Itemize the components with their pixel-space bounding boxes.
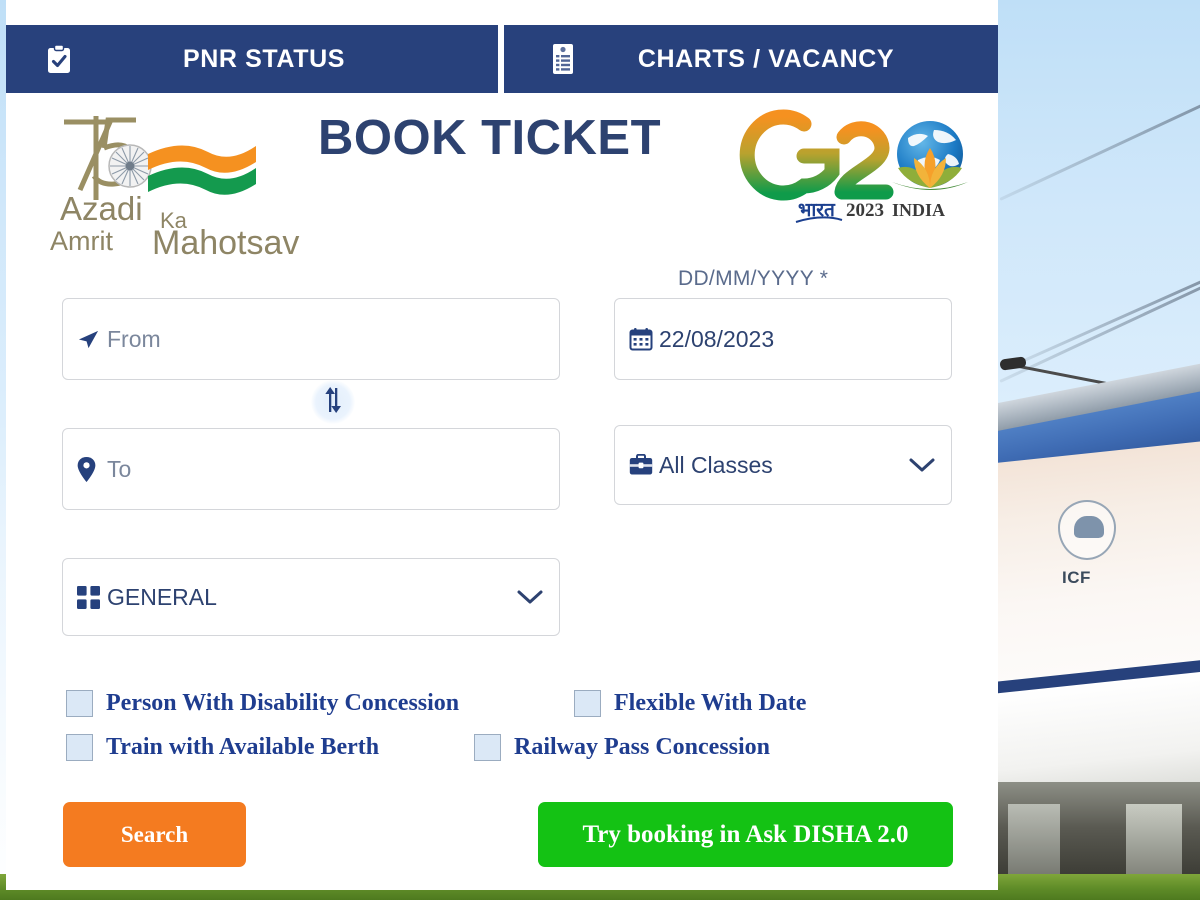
checkbox-row-railway-pass-concession[interactable]: Railway Pass Concession bbox=[474, 734, 770, 761]
irctc-booking-screen: ICF PNR STATUS CHARTS / VACANCY Azadi Ka… bbox=[0, 0, 1200, 900]
checkbox-label-flexible-with-date[interactable]: Flexible With Date bbox=[614, 690, 806, 717]
briefcase-icon bbox=[629, 454, 659, 476]
to-station-placeholder: To bbox=[107, 455, 132, 482]
search-button[interactable]: Search bbox=[63, 802, 246, 867]
quota-value: GENERAL bbox=[107, 583, 217, 610]
checkbox-row-disability-concession[interactable]: Person With Disability Concession bbox=[66, 690, 459, 717]
from-station-placeholder: From bbox=[107, 325, 161, 352]
g20-logo: भारत 2023 INDIA bbox=[732, 104, 984, 230]
swap-stations-button[interactable] bbox=[311, 380, 355, 424]
ask-disha-button[interactable]: Try booking in Ask DISHA 2.0 bbox=[538, 802, 953, 867]
checkbox-label-railway-pass-concession[interactable]: Railway Pass Concession bbox=[514, 734, 770, 761]
g20-country-label: INDIA bbox=[892, 200, 945, 220]
tab-charts-vacancy[interactable]: CHARTS / VACANCY bbox=[504, 25, 998, 93]
tab-pnr-status-label: PNR STATUS bbox=[182, 44, 346, 73]
icf-marking-label: ICF bbox=[1062, 568, 1091, 587]
journey-date-input[interactable]: 22/08/2023 bbox=[614, 298, 952, 380]
tab-charts-vacancy-label: CHARTS / VACANCY bbox=[637, 44, 895, 73]
date-format-label: DD/MM/YYYY * bbox=[678, 267, 829, 290]
checkbox-railway-pass-concession[interactable] bbox=[474, 734, 501, 761]
calendar-icon bbox=[629, 327, 659, 351]
checkbox-label-available-berth[interactable]: Train with Available Berth bbox=[106, 734, 379, 761]
checkbox-available-berth[interactable] bbox=[66, 734, 93, 761]
checkbox-flexible-with-date[interactable] bbox=[574, 690, 601, 717]
checkbox-disability-concession[interactable] bbox=[66, 690, 93, 717]
travel-class-value: All Classes bbox=[659, 451, 773, 478]
map-pin-icon bbox=[77, 456, 107, 482]
catenary-wire bbox=[999, 71, 1200, 201]
quota-select[interactable]: GENERAL bbox=[62, 558, 560, 636]
chevron-down-icon bbox=[515, 588, 545, 606]
svg-text:Amrit: Amrit bbox=[50, 226, 113, 256]
header-row: Azadi Ka Amrit Mahotsav BOOK TICKET भारत… bbox=[6, 96, 998, 264]
svg-text:Mahotsav: Mahotsav bbox=[152, 224, 299, 256]
swap-vertical-icon bbox=[321, 386, 345, 418]
train-coach-photo: ICF bbox=[998, 352, 1200, 900]
azadi-amrit-mahotsav-logo: Azadi Ka Amrit Mahotsav bbox=[44, 104, 310, 262]
tab-pnr-status[interactable]: PNR STATUS bbox=[6, 25, 498, 93]
chevron-down-icon bbox=[907, 456, 937, 474]
svg-text:Azadi: Azadi bbox=[60, 190, 143, 227]
paper-plane-icon bbox=[77, 328, 107, 351]
top-tab-bar: PNR STATUS CHARTS / VACANCY bbox=[6, 25, 998, 93]
page-title: BOOK TICKET bbox=[318, 111, 662, 165]
grid-squares-icon bbox=[77, 585, 107, 609]
checkbox-row-flexible-with-date[interactable]: Flexible With Date bbox=[574, 690, 806, 717]
checkbox-row-available-berth[interactable]: Train with Available Berth bbox=[66, 734, 379, 761]
booking-card: PNR STATUS CHARTS / VACANCY Azadi Ka Amr… bbox=[6, 0, 998, 890]
to-station-input[interactable]: To bbox=[62, 428, 560, 510]
elephant-icon bbox=[1074, 516, 1104, 538]
checkbox-label-disability-concession[interactable]: Person With Disability Concession bbox=[106, 690, 459, 717]
document-list-icon bbox=[546, 40, 580, 78]
journey-date-value: 22/08/2023 bbox=[659, 325, 775, 352]
travel-class-select[interactable]: All Classes bbox=[614, 425, 952, 505]
clipboard-check-icon bbox=[42, 40, 76, 78]
g20-year-label: 2023 bbox=[846, 200, 884, 221]
from-station-input[interactable]: From bbox=[62, 298, 560, 380]
